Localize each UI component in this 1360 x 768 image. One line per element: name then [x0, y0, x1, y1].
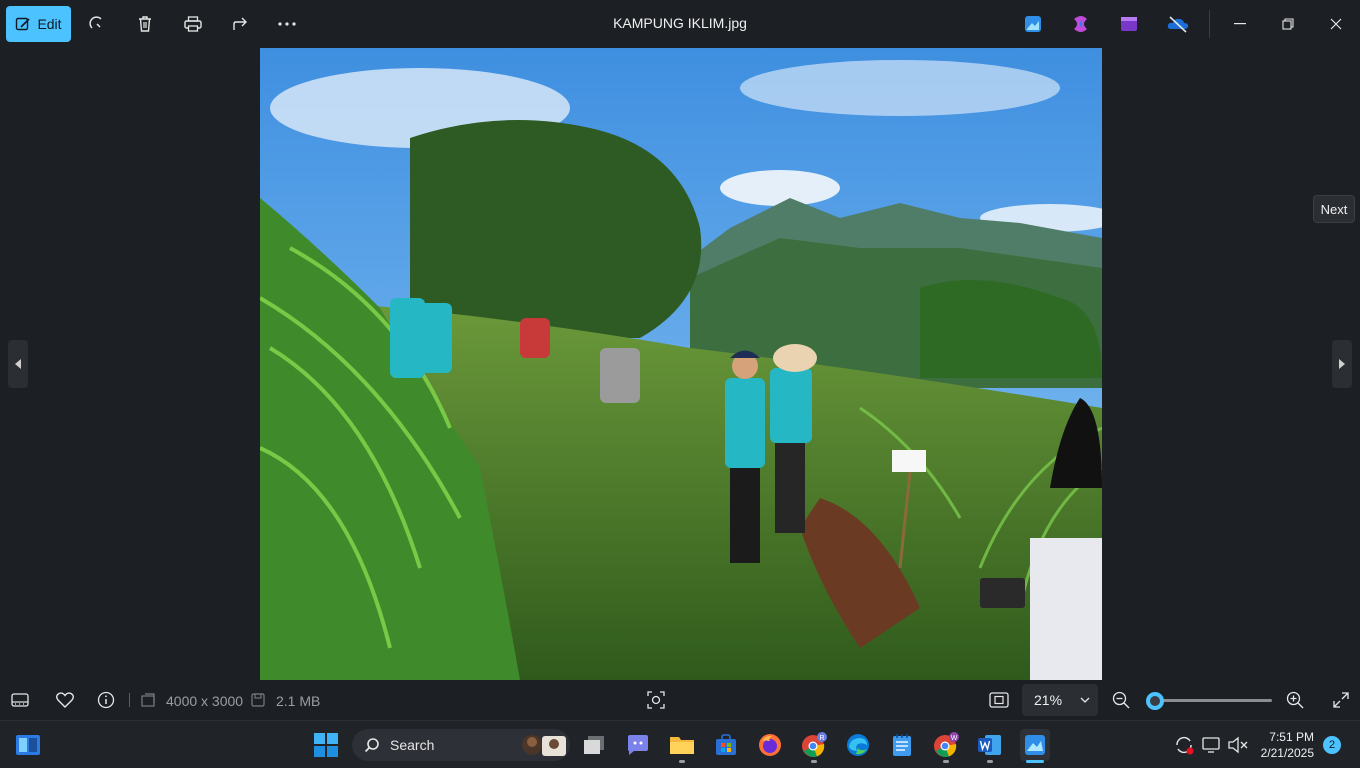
edge-icon[interactable] — [844, 731, 872, 759]
running-indicator — [987, 760, 993, 763]
zoom-value: 21% — [1034, 692, 1063, 708]
system-clock[interactable]: 7:51 PM 2/21/2025 — [1256, 729, 1314, 761]
task-view-icon[interactable] — [580, 731, 608, 759]
zoom-out-icon[interactable] — [1110, 689, 1132, 711]
chevron-down-icon — [1080, 697, 1090, 703]
visual-search-icon[interactable] — [645, 689, 667, 711]
dimensions-icon — [140, 689, 156, 711]
edit-label: Edit — [37, 16, 62, 32]
word-icon[interactable] — [976, 731, 1004, 759]
filmstrip-icon[interactable] — [9, 689, 31, 711]
volume-muted-icon[interactable] — [1224, 731, 1252, 759]
previous-button[interactable] — [8, 340, 28, 388]
photo-canvas[interactable] — [260, 48, 1102, 680]
chrome-profile-w-icon[interactable]: W — [932, 731, 960, 759]
chevron-right-icon — [1339, 359, 1345, 369]
bottom-bar: 4000 x 3000 2.1 MB 21% — [0, 680, 1360, 720]
file-size-icon — [250, 689, 266, 711]
active-indicator — [1026, 760, 1044, 763]
fullscreen-icon[interactable] — [1330, 689, 1352, 711]
minimize-icon — [1234, 23, 1246, 25]
photos-taskbar-icon[interactable] — [1020, 729, 1050, 761]
video-editor-icon[interactable] — [1118, 13, 1140, 35]
chevron-left-icon — [15, 359, 21, 369]
image-dimensions: 4000 x 3000 — [166, 693, 244, 709]
rotate-icon[interactable] — [85, 12, 109, 36]
running-indicator — [811, 760, 817, 763]
bottom-separator — [129, 693, 130, 707]
clock-time: 7:51 PM — [1269, 730, 1314, 744]
edit-button[interactable]: Edit — [6, 6, 71, 42]
start-button[interactable] — [312, 731, 340, 759]
restore-icon — [1282, 18, 1294, 30]
chrome-badge-r: R — [819, 735, 824, 742]
print-icon[interactable] — [181, 12, 205, 36]
photos-app-window: Edit KAMPUNG IKLIM.jpg Next 4000 x 3000 … — [0, 0, 1360, 720]
chrome-profile-r-icon[interactable]: R — [800, 731, 828, 759]
next-tooltip: Next — [1313, 195, 1355, 223]
zoom-in-icon[interactable] — [1284, 689, 1306, 711]
window-title: KAMPUNG IKLIM.jpg — [613, 15, 747, 31]
clock-date: 2/21/2025 — [1260, 746, 1314, 760]
edit-image-icon — [16, 17, 31, 31]
info-icon[interactable] — [95, 689, 117, 711]
delete-icon[interactable] — [133, 12, 157, 36]
taskbar-search[interactable]: Search — [352, 729, 570, 761]
onedrive-offline-icon[interactable] — [1166, 13, 1189, 35]
title-bar: Edit KAMPUNG IKLIM.jpg — [0, 0, 1360, 48]
search-highlight-icon — [522, 735, 566, 756]
teams-chat-icon[interactable] — [624, 731, 652, 759]
minimize-button[interactable] — [1228, 12, 1252, 36]
notepad-icon[interactable] — [888, 731, 916, 759]
favorite-icon[interactable] — [54, 689, 76, 711]
maximize-button[interactable] — [1276, 12, 1300, 36]
clipchamp-icon[interactable] — [1070, 13, 1092, 35]
close-icon — [1330, 18, 1342, 30]
running-indicator — [943, 760, 949, 763]
photo-editor-app-icon[interactable] — [1022, 13, 1044, 35]
file-explorer-icon[interactable] — [668, 731, 696, 759]
more-icon[interactable] — [275, 12, 299, 36]
zoom-dropdown[interactable]: 21% — [1022, 684, 1098, 716]
landscape-photo — [260, 48, 1102, 680]
sync-alert-icon[interactable] — [1170, 731, 1198, 759]
notification-badge[interactable]: 2 — [1323, 736, 1341, 754]
taskbar: Search R W 7:51 PM 2/21/2025 2 — [0, 720, 1360, 768]
running-indicator — [679, 760, 685, 763]
search-icon — [364, 738, 379, 753]
zoom-slider-thumb[interactable] — [1146, 692, 1164, 710]
firefox-icon[interactable] — [756, 731, 784, 759]
widgets-icon[interactable] — [14, 731, 42, 759]
search-placeholder: Search — [390, 737, 435, 753]
title-separator — [1209, 10, 1210, 38]
zoom-slider-track[interactable] — [1150, 699, 1272, 702]
share-icon[interactable] — [229, 12, 253, 36]
microsoft-store-icon[interactable] — [712, 731, 740, 759]
close-button[interactable] — [1324, 12, 1348, 36]
network-icon[interactable] — [1198, 731, 1226, 759]
next-button[interactable] — [1332, 340, 1352, 388]
chrome-badge-w: W — [951, 735, 958, 742]
file-size: 2.1 MB — [276, 693, 321, 709]
actual-size-icon[interactable] — [988, 689, 1010, 711]
windows-logo-icon — [314, 733, 338, 757]
